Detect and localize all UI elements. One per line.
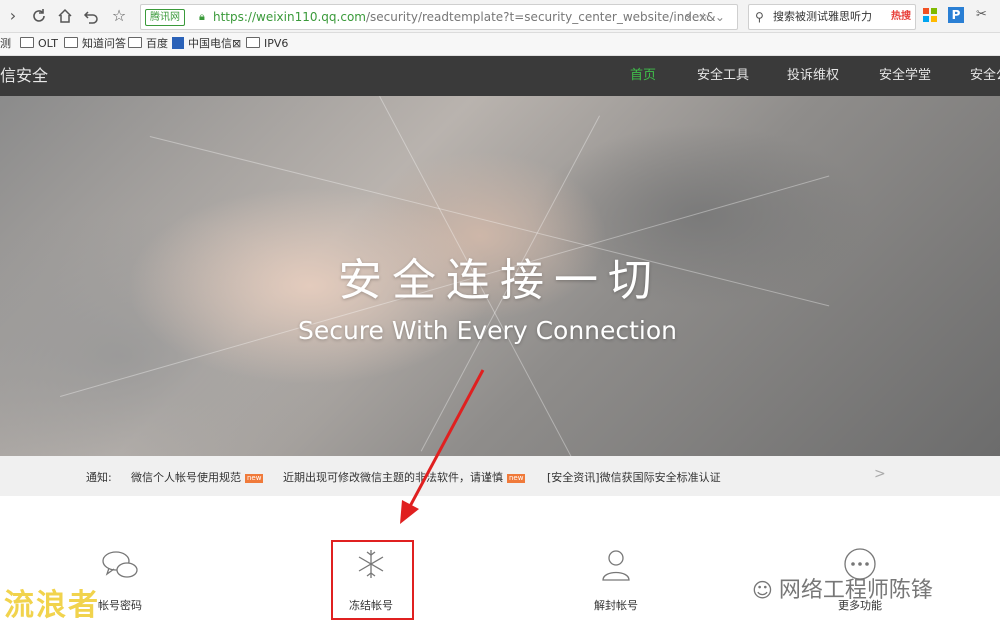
wechat-icon: ☺ [752,578,773,602]
watermark-right: ☺ 网络工程师陈锋 [752,578,933,603]
watermark-left: 流浪者 [4,588,100,623]
annotation-arrow [400,369,485,524]
